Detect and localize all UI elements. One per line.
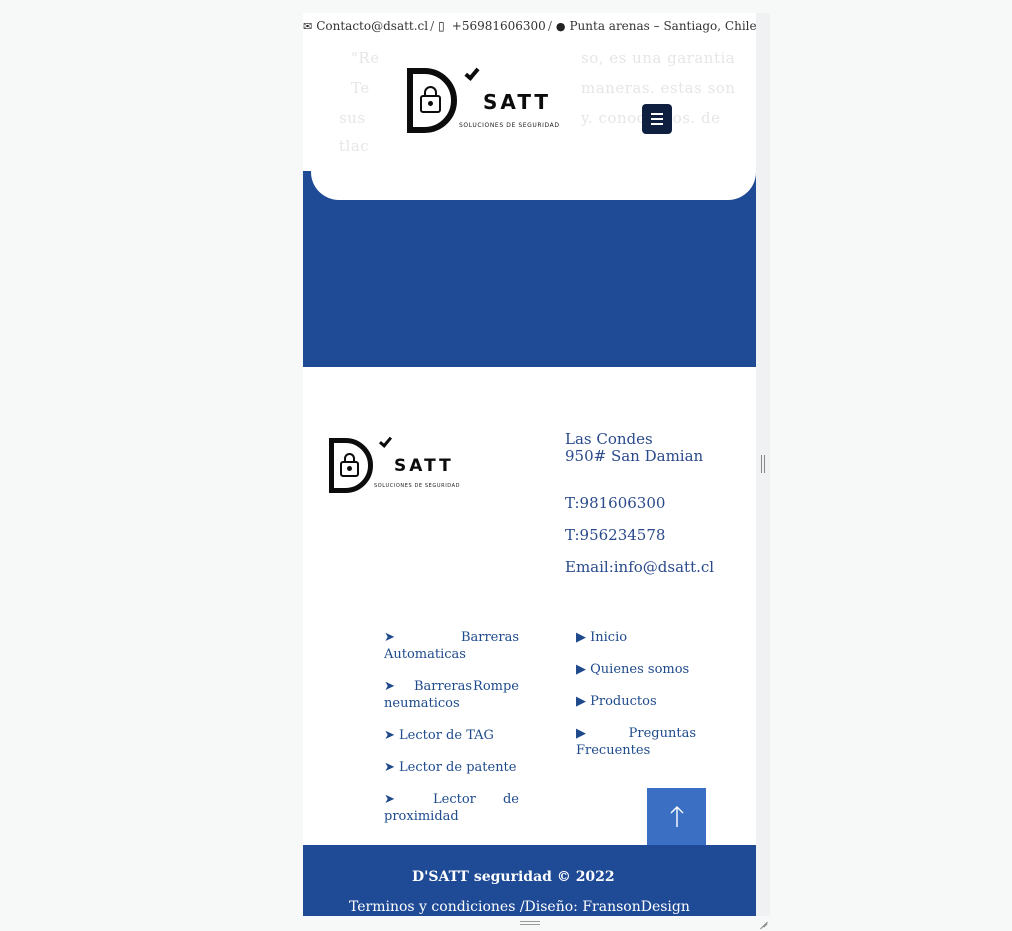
terms-and-credits-link[interactable]: Terminos y condiciones /Diseño: FransonD… — [349, 899, 690, 915]
arrow-up-icon — [668, 805, 686, 835]
hamburger-icon — [651, 113, 663, 115]
scrollbar-grip[interactable] — [761, 455, 765, 473]
lock-keyhole — [347, 466, 352, 471]
link-text: proximidad — [384, 809, 459, 824]
header-card: "Re Te sus tlac so, es una garantia mane… — [311, 39, 756, 200]
phone-2[interactable]: T:956234578 — [565, 527, 714, 544]
arrow-icon: ➤ — [384, 728, 395, 743]
arrow-icon: ➤ — [384, 630, 395, 645]
footer-email[interactable]: Email:info@dsatt.cl — [565, 559, 714, 576]
arrow-icon: ▶ — [576, 662, 586, 677]
ghost-text: "Re — [351, 49, 380, 67]
topbar-email[interactable]: Contacto@dsatt.cl — [316, 19, 428, 33]
link-text: Quienes somos — [590, 662, 690, 677]
topbar-phone[interactable]: +56981606300 — [452, 19, 546, 33]
footer-link-productos[interactable]: ▶ Productos — [576, 693, 696, 710]
header-logo[interactable]: SATT SOLUCIONES DE SEGURIDAD — [407, 65, 577, 138]
link-text: Lector de — [433, 792, 519, 807]
arrow-icon: ▶ — [576, 630, 586, 645]
link-text: neumaticos — [384, 696, 460, 711]
lock-keyhole — [428, 101, 433, 106]
ghost-text: maneras. estas son — [581, 79, 736, 97]
ghost-text: Te — [351, 79, 370, 97]
link-text: Lector de patente — [399, 760, 517, 775]
hamburger-icon — [651, 118, 663, 120]
resize-corner-icon[interactable] — [758, 917, 768, 927]
top-contact-bar: ✉ Contacto@dsatt.cl / ▯ +56981606300 / ●… — [303, 13, 756, 39]
link-text: Inicio — [590, 630, 628, 645]
footer-link-inicio[interactable]: ▶ Inicio — [576, 629, 696, 646]
link-text: Barreras Rompe — [414, 679, 519, 694]
footer-logo[interactable]: SATT SOLUCIONES DE SEGURIDAD — [328, 434, 478, 495]
map-pin-icon: ● — [555, 19, 566, 33]
arrow-icon: ➤ — [384, 679, 395, 694]
footer-link-barreras-automaticas[interactable]: ➤ Barreras Automaticas — [384, 629, 519, 663]
scroll-to-top-button[interactable] — [647, 788, 706, 851]
link-text: Preguntas — [628, 726, 696, 741]
topbar-separator: / — [430, 19, 435, 33]
footer-link-quienes-somos[interactable]: ▶ Quienes somos — [576, 661, 696, 678]
site-header: "Re Te sus tlac so, es una garantia mane… — [303, 39, 756, 380]
bottom-resize-grip[interactable] — [520, 921, 540, 925]
hamburger-icon — [651, 123, 663, 125]
footer-link-lector-patente[interactable]: ➤ Lector de patente — [384, 759, 519, 776]
link-text: Barreras — [460, 630, 519, 645]
arrow-icon: ▶ — [576, 694, 586, 709]
check-icon — [464, 65, 480, 81]
phone-1[interactable]: T:981606300 — [565, 495, 714, 512]
envelope-icon: ✉ — [303, 19, 313, 33]
link-text: Lector de TAG — [399, 728, 494, 743]
ghost-text: so, es una garantia — [581, 49, 736, 67]
check-icon — [378, 434, 393, 448]
logo-tagline: SOLUCIONES DE SEGURIDAD — [459, 122, 560, 129]
link-text: Frecuentes — [576, 743, 651, 758]
topbar-location: Punta arenas – Santiago, Chile. — [569, 19, 756, 33]
ghost-text: tlac — [339, 137, 370, 155]
arrow-icon: ➤ — [384, 792, 395, 807]
footer-contact: Las Condes 950# San Damian T:981606300 T… — [565, 431, 714, 591]
hamburger-menu-button[interactable] — [642, 104, 672, 134]
page-viewport: ✉ Contacto@dsatt.cl / ▯ +56981606300 / ●… — [303, 13, 756, 916]
topbar-separator: / — [547, 19, 552, 33]
address-line-2: 950# San Damian — [565, 447, 704, 465]
logo-wordmark: SATT — [394, 456, 454, 476]
footer-link-lector-tag[interactable]: ➤ Lector de TAG — [384, 727, 519, 744]
copyright-text: D'SATT seguridad © 2022 — [412, 869, 615, 885]
link-text: Productos — [590, 694, 657, 709]
ghost-text: sus — [339, 109, 366, 127]
copyright-bar: D'SATT seguridad © 2022 Terminos y condi… — [303, 845, 756, 916]
logo-wordmark: SATT — [483, 90, 552, 114]
arrow-icon: ➤ — [384, 760, 395, 775]
footer-link-lector-proximidad[interactable]: ➤ Lector de proximidad — [384, 791, 519, 825]
link-text: Automaticas — [384, 647, 466, 662]
mobile-phone-icon: ▯ — [438, 19, 445, 33]
footer-nav-links: ▶ Inicio ▶ Quienes somos ▶ Productos ▶ Pr… — [576, 629, 696, 774]
footer-link-barreras-rompe-neumaticos[interactable]: ➤ Barreras Rompe neumaticos — [384, 678, 519, 712]
site-footer: SATT SOLUCIONES DE SEGURIDAD Las Condes … — [303, 380, 756, 845]
arrow-icon: ▶ — [576, 726, 586, 741]
logo-tagline: SOLUCIONES DE SEGURIDAD — [374, 483, 461, 489]
header-blue-band — [303, 171, 756, 367]
footer-product-links: ➤ Barreras Automaticas ➤ Barreras Rompe neu… — [384, 629, 519, 840]
address-line-1: Las Condes — [565, 430, 653, 448]
footer-link-preguntas-frecuentes[interactable]: ▶ Preguntas Frecuentes — [576, 725, 696, 759]
